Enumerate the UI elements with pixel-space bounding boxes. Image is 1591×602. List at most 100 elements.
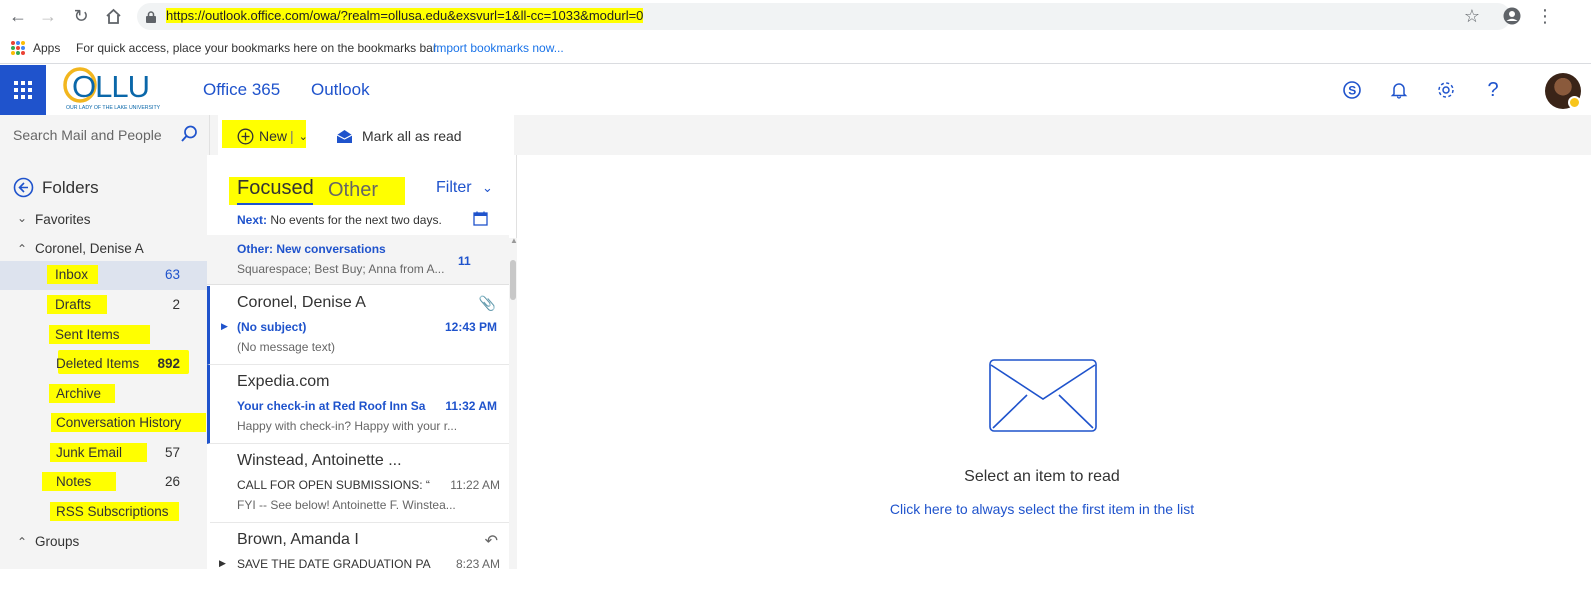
other-conversations-banner[interactable]: Other: New conversations Squarespace; Be… [207,235,509,285]
filter-button[interactable]: Filter [436,179,472,197]
ollu-logo[interactable]: OLLU OUR LADY OF THE LAKE UNIVERSITY [60,65,172,115]
search-input[interactable]: Search Mail and People [13,127,162,143]
folder-rss-subscriptions[interactable]: RSS Subscriptions [0,498,207,527]
account-group[interactable]: ⌃ Coronel, Denise A [0,235,207,264]
chevron-down-icon[interactable]: ⌄ [482,180,493,196]
message-time: 11:22 AM [450,478,500,492]
message-sender: Expedia.com [237,373,330,390]
home-icon[interactable] [103,6,123,26]
gear-icon[interactable] [1434,78,1458,102]
folder-junk-email[interactable]: Junk Email 57 [0,439,207,468]
folder-label: Deleted Items [56,356,140,371]
forward-icon[interactable]: → [38,6,58,26]
mark-all-read-button[interactable]: Mark all as read [336,125,462,147]
account-label: Coronel, Denise A [35,241,144,256]
message-preview: FYI -- See below! Antoinette F. Winstea.… [237,498,456,512]
reload-icon[interactable]: ↻ [71,6,91,26]
scrollbar-thumb[interactable] [510,260,516,300]
favorites-group[interactable]: ⌄ Favorites [0,206,207,235]
star-icon[interactable]: ☆ [1462,6,1482,26]
help-icon[interactable]: ? [1481,78,1505,102]
apps-grid-icon[interactable] [11,41,25,55]
bell-icon[interactable] [1387,78,1411,102]
office365-link[interactable]: Office 365 [203,80,280,100]
folder-count: 63 [164,267,180,282]
empty-reading-title: Select an item to read [964,468,1120,485]
message-subject: CALL FOR OPEN SUBMISSIONS: “ [237,478,430,492]
message-list: Focused Other Filter ⌄ Next: No events f… [207,155,518,571]
attachment-icon: 📎 [478,295,496,311]
favorites-label: Favorites [35,212,91,227]
address-bar[interactable]: https://outlook.office.com/owa/?realm=ol… [137,3,1511,30]
app-launcher-icon[interactable] [0,65,46,115]
message-item[interactable]: Coronel, Denise A 📎 ▶ (No subject) 12:43… [207,286,509,365]
message-item[interactable]: Brown, Amanda I ↶ ▶ SAVE THE DATE GRADUA… [210,523,512,602]
url-text: https://outlook.office.com/owa/?realm=ol… [166,8,644,23]
chevron-down-icon: ⌄ [17,211,28,225]
folder-label: Junk Email [50,443,148,462]
svg-text:S: S [1348,84,1356,98]
folder-inbox[interactable]: Inbox 63 [0,261,207,290]
envelope-icon [989,359,1097,437]
folders-header[interactable]: Folders [13,177,99,198]
outlook-link[interactable]: Outlook [311,80,370,100]
other-banner-senders: Squarespace; Best Buy; Anna from A... [237,262,445,276]
folder-archive[interactable]: Archive [0,380,207,409]
next-text: No events for the next two days. [270,213,442,227]
new-message-button[interactable]: New | ⌄ [237,125,308,147]
folder-count: 892 [157,356,180,371]
folder-deleted-items[interactable]: Deleted Items 892 [0,350,207,379]
chevron-up-icon: ⌃ [17,242,28,256]
account-icon[interactable] [1502,6,1522,26]
folder-conversation-history[interactable]: Conversation History [0,409,207,438]
other-banner-title: Other: New conversations [237,242,386,256]
import-bookmarks-link[interactable]: Import bookmarks now... [433,41,564,55]
groups-group[interactable]: ⌃ Groups [0,528,207,557]
scroll-up-icon[interactable]: ▲ [510,236,518,245]
folder-notes[interactable]: Notes 26 [0,468,207,497]
logo-text: OLLU [72,69,149,104]
lock-icon [146,10,156,23]
search-icon[interactable] [180,125,198,148]
folder-label: Archive [49,384,116,403]
reading-pane: Select an item to read Click here to alw… [518,155,1591,569]
open-envelope-icon [336,129,353,143]
back-arrow-circle-icon [13,177,34,198]
message-item[interactable]: Expedia.com Your check-in at Red Roof In… [207,365,509,444]
message-time: 11:32 AM [445,399,497,413]
message-item[interactable]: Winstead, Antoinette ... CALL FOR OPEN S… [210,444,512,523]
message-sender: Brown, Amanda I [237,531,359,548]
folder-count: 2 [172,297,180,312]
tab-other[interactable]: Other [328,179,378,202]
calendar-icon[interactable] [473,211,488,231]
folder-label: Inbox [47,265,99,284]
mark-all-read-label: Mark all as read [362,128,462,144]
folders-title: Folders [42,177,99,197]
kebab-menu-icon[interactable]: ⋮ [1535,6,1555,26]
message-preview: (No message text) [237,340,336,354]
select-first-item-link[interactable]: Click here to always select the first it… [518,501,1566,517]
apps-bookmark[interactable]: Apps [33,41,60,55]
folder-label: Notes [42,472,117,491]
folder-label: Drafts [47,295,108,314]
folder-label: RSS Subscriptions [50,502,179,521]
message-time: 12:43 PM [444,320,497,334]
folder-label: Conversation History [51,413,207,432]
browser-toolbar: ← → ↻ https://outlook.office.com/owa/?re… [0,0,1591,33]
expand-triangle-icon[interactable]: ▶ [221,321,228,332]
folder-count: 57 [164,445,180,460]
folder-drafts[interactable]: Drafts 2 [0,291,207,320]
back-icon[interactable]: ← [8,6,28,26]
chevron-up-icon: ⌃ [17,535,28,549]
message-sender: Coronel, Denise A [237,294,366,311]
message-subject: Your check-in at Red Roof Inn Sa [237,399,426,413]
bookmarks-hint: For quick access, place your bookmarks h… [76,41,440,55]
search-box[interactable]: Search Mail and People [0,115,210,155]
chevron-down-icon[interactable]: ⌄ [299,130,308,143]
folder-sent-items[interactable]: Sent Items [0,321,207,350]
message-preview: Happy with check-in? Happy with your r..… [237,419,458,433]
tab-focused[interactable]: Focused [237,177,314,200]
message-list-scrollbar[interactable]: ▲ [509,236,518,569]
skype-icon[interactable]: S [1340,78,1364,102]
expand-triangle-icon[interactable]: ▶ [219,558,226,569]
